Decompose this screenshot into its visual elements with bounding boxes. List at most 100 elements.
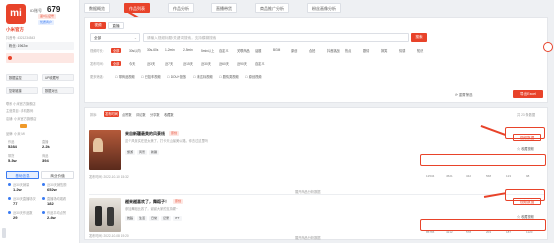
- original-badge: 原创: [173, 199, 184, 204]
- filter-option[interactable]: 原创: [291, 48, 297, 53]
- filter-option[interactable]: 近7天: [165, 61, 173, 66]
- filter-option[interactable]: ☐ 带商品视频: [115, 74, 135, 79]
- video-tag: 风景: [137, 150, 148, 155]
- tab-business-value[interactable]: 商业价值: [41, 171, 74, 179]
- video-thumbnail[interactable]: [89, 198, 121, 232]
- tab-live-sales[interactable]: 直播带货: [211, 3, 237, 13]
- filter-option[interactable]: 自定义: [255, 61, 265, 66]
- filter-option[interactable]: 近60天: [219, 61, 229, 66]
- sort-option-shares[interactable]: 分享数: [150, 112, 160, 117]
- filter-option[interactable]: 近3天: [147, 61, 155, 66]
- favorite-button[interactable]: UP收藏号: [42, 74, 74, 81]
- filter-option[interactable]: 30s以内: [129, 48, 141, 53]
- sort-option-favorites[interactable]: 收藏数: [164, 112, 174, 117]
- filter-option[interactable]: 全部: [111, 48, 122, 53]
- tab-fans-analysis[interactable]: 粉丝画像分析: [307, 3, 341, 13]
- filter-option[interactable]: 搞笑: [381, 48, 387, 53]
- divider: [89, 194, 545, 195]
- filter-option[interactable]: 知识: [417, 48, 423, 53]
- tab-promotion-analysis[interactable]: 商品推广分析: [255, 3, 289, 13]
- metric-dot-icon: [42, 197, 45, 200]
- filter-option[interactable]: 近15天: [183, 61, 193, 66]
- filter-label-time: 发布时间:: [90, 62, 104, 66]
- total-count: 共 23 条数据: [517, 113, 536, 117]
- filter-option[interactable]: 5min以上: [201, 48, 214, 53]
- seg-tab-video[interactable]: 视频: [90, 22, 106, 29]
- filter-option[interactable]: 话题: [255, 48, 261, 53]
- info-row-category: 主营类目: 手机数码: [6, 109, 34, 113]
- publish-time: 发布时间: 2022-10-08 19:20: [89, 234, 129, 238]
- metric-shares: 568: [486, 174, 492, 178]
- filter-option[interactable]: BGM: [273, 48, 280, 52]
- contact-text: 联系 小米官方旗舰店: [6, 102, 36, 106]
- filter-option[interactable]: ☐ 剧情类视频: [219, 74, 239, 79]
- video-title[interactable]: 越来越喜欢了，舞蹈子！: [125, 199, 169, 205]
- sort-option-comments[interactable]: 评论数: [136, 112, 146, 117]
- chevron-down-icon: ⌄: [133, 36, 137, 40]
- original-badge: 原创: [169, 131, 180, 136]
- metric-value: 29: [13, 215, 18, 220]
- video-tag: 旅游: [125, 150, 136, 155]
- metric-dot-icon: [8, 183, 11, 186]
- tab-overview[interactable]: 数据概览: [84, 3, 110, 13]
- video-title[interactable]: 来自新疆最美的风景线: [125, 131, 165, 137]
- filter-label-duration: 视频时长:: [90, 49, 104, 53]
- reset-filter-button[interactable]: ⟳ 重置筛选: [455, 92, 472, 97]
- video-desc: 参加舞蹈比赛了，谢谢大家的支持喔~: [125, 207, 178, 211]
- visit-shop-button[interactable]: 复制链接: [6, 87, 38, 94]
- filter-option[interactable]: 情感: [399, 48, 405, 53]
- verified-badge: 蓝V认证号: [38, 14, 57, 19]
- shop-name: 小米官方: [6, 27, 24, 32]
- category-select[interactable]: 全部 ⌄: [90, 33, 140, 42]
- filter-option[interactable]: ☐ 未达标视频: [193, 74, 213, 79]
- sort-option-time[interactable]: 发布时间: [104, 111, 119, 117]
- floating-help-icon[interactable]: [543, 42, 553, 52]
- video-thumbnail[interactable]: [89, 130, 121, 170]
- filter-option[interactable]: ☐ 已挂车视频: [141, 74, 161, 79]
- filter-option[interactable]: 今天: [129, 61, 135, 66]
- annotation-box: [420, 219, 546, 231]
- filter-option[interactable]: 1-2min: [165, 48, 175, 52]
- fans-count: 粉丝: 1962w: [6, 42, 74, 50]
- filter-option[interactable]: ☐ 原创视频: [245, 74, 262, 79]
- seg-tab-live[interactable]: 直播: [108, 22, 124, 29]
- filter-option[interactable]: 合拍: [309, 48, 315, 53]
- favorite-video-label: 收藏视频: [521, 147, 534, 151]
- annotation-box: [505, 127, 545, 139]
- compare-button[interactable]: 数据对比: [42, 87, 74, 94]
- filter-option[interactable]: 近30天: [201, 61, 211, 66]
- list-item[interactable]: 越来越喜欢了，舞蹈子！ 原创 参加舞蹈比赛了，谢谢大家的支持喔~ 舞蹈 生活 日…: [89, 196, 545, 238]
- search-input[interactable]: 请输入视频标题/关键词搜索，支持模糊搜索: [143, 33, 409, 42]
- filter-option[interactable]: ☐ DOU+投放: [167, 74, 186, 79]
- monitor-button[interactable]: 数据监控: [6, 74, 38, 81]
- tab-works-analysis[interactable]: 作品分析: [168, 3, 194, 13]
- info-row-shop: 店铺: 小米官方旗舰店: [6, 117, 37, 121]
- filter-option[interactable]: 剧情: [363, 48, 369, 53]
- video-tag: 日常: [149, 216, 160, 221]
- video-tag: 记录: [161, 216, 172, 221]
- id-number: 679: [47, 5, 61, 14]
- filter-option[interactable]: 抖音挑战: [327, 48, 340, 53]
- tab-basic-info[interactable]: 基础信息: [6, 171, 39, 179]
- filter-option[interactable]: 全部: [111, 61, 122, 66]
- metric-value: 2.4w: [47, 215, 56, 220]
- filter-options-more: ☐ 带商品视频 ☐ 已挂车视频 ☐ DOU+投放 ☐ 未达标视频 ☐ 剧情类视频 ☐ 原创…: [111, 74, 541, 79]
- metric-dot-icon: [42, 183, 45, 186]
- video-tag: 舞蹈: [125, 216, 136, 221]
- search-button[interactable]: 搜索: [411, 33, 427, 42]
- sidebar-scrollbar[interactable]: [2, 228, 6, 238]
- filter-option[interactable]: 关联商品: [237, 48, 250, 53]
- filter-option[interactable]: 自定义: [219, 48, 229, 53]
- filter-option[interactable]: 2-5min: [183, 48, 193, 52]
- stat-value-sales: 5.3w: [8, 158, 17, 163]
- favorite-video-button[interactable]: ☆ 收藏视频: [517, 146, 534, 151]
- filter-option[interactable]: 热点: [345, 48, 351, 53]
- filter-option[interactable]: 30s-60s: [147, 48, 158, 52]
- publish-time: 发布时间: 2022-10-10 15:32: [89, 175, 129, 179]
- export-excel-button[interactable]: 导出Excel: [513, 90, 543, 98]
- filter-option[interactable]: 近90天: [237, 61, 247, 66]
- expand-goods-analysis[interactable]: 展开商品分析数据: [295, 235, 321, 240]
- sort-label: 排序:: [90, 113, 98, 117]
- sort-option-likes[interactable]: 点赞数: [122, 112, 132, 117]
- video-tag: 生活: [137, 216, 148, 221]
